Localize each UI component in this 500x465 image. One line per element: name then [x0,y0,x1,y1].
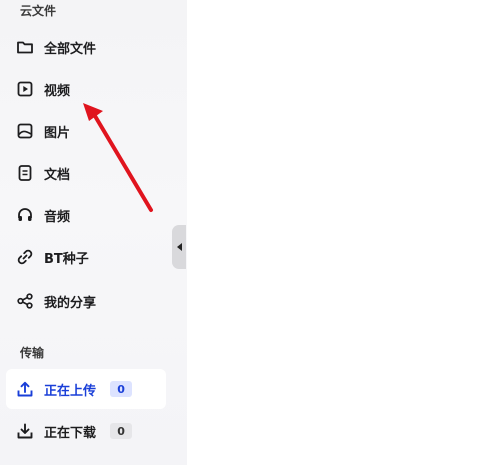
sidebar-item-label: 视频 [44,83,71,99]
section-label-transfer: 传输 [20,346,45,360]
upload-count-badge: 0 [110,381,133,397]
sidebar-item-images[interactable]: 图片 [6,111,166,151]
sidebar-item-downloading[interactable]: 正在下载 0 [6,411,166,451]
upload-icon [16,380,34,398]
folder-icon [16,38,34,56]
sidebar-item-uploading[interactable]: 正在上传 0 [6,369,166,409]
sidebar-item-label: 全部文件 [44,41,97,57]
section-label-cloud-files: 云文件 [20,4,57,18]
sidebar-item-label: 正在下载 [44,425,97,441]
headphones-icon [16,206,34,224]
download-icon [16,422,34,440]
video-icon [16,80,34,98]
link-icon [16,248,34,266]
sidebar-item-audio[interactable]: 音频 [6,195,166,235]
image-icon [16,122,34,140]
sidebar-item-label: 文档 [44,167,71,183]
sidebar-item-label: BT种子 [44,251,89,267]
sidebar-item-label: 正在上传 [44,383,97,399]
sidebar-collapse-handle[interactable] [172,225,186,269]
share-icon [16,292,34,310]
sidebar-item-label: 我的分享 [44,295,97,311]
sidebar-item-my-shares[interactable]: 我的分享 [6,281,166,321]
sidebar: 云文件 全部文件 视频 图片 文档 音频 BT种子 我的分享 传输 正在上传 0… [0,0,187,465]
sidebar-item-bt-torrent[interactable]: BT种子 [6,237,166,277]
sidebar-item-label: 图片 [44,125,71,141]
app-window: 云文件 全部文件 视频 图片 文档 音频 BT种子 我的分享 传输 正在上传 0… [0,0,500,465]
chevron-left-icon [176,243,182,251]
document-icon [16,164,34,182]
download-count-badge: 0 [110,423,133,439]
sidebar-item-label: 音频 [44,209,71,225]
sidebar-item-documents[interactable]: 文档 [6,153,166,193]
sidebar-item-video[interactable]: 视频 [6,69,166,109]
sidebar-item-all-files[interactable]: 全部文件 [6,27,166,67]
